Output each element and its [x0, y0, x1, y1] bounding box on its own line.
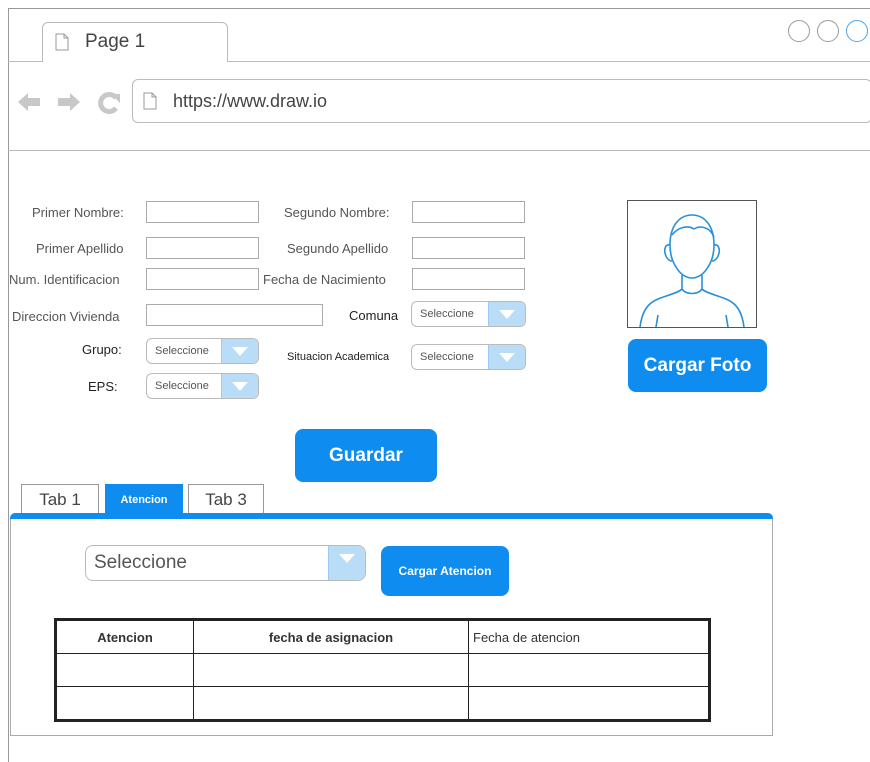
user-avatar-icon — [639, 214, 745, 328]
direccion-label: Direccion Vivienda — [12, 309, 120, 324]
window-circle-icon[interactable] — [788, 20, 810, 42]
segundo-nombre-input[interactable] — [412, 201, 525, 223]
forward-arrow-icon[interactable] — [58, 93, 80, 111]
photo-placeholder — [627, 200, 757, 328]
table-header-cell: fecha de asignacion — [193, 619, 469, 654]
browser-tab[interactable]: Page 1 — [42, 22, 228, 62]
eps-select-value: Seleccione — [155, 380, 209, 392]
table-cell — [468, 653, 710, 687]
num-identificacion-input[interactable] — [146, 268, 259, 290]
fecha-nacimiento-input[interactable] — [412, 268, 525, 290]
table-row — [55, 653, 710, 687]
chevron-down-icon[interactable] — [488, 302, 525, 326]
grupo-select[interactable]: Seleccione — [146, 338, 259, 364]
window-circle-icon[interactable] — [846, 20, 868, 42]
chevron-down-icon[interactable] — [488, 345, 525, 369]
address-bar[interactable]: https://www.draw.io — [132, 79, 870, 123]
table-cell — [193, 653, 469, 687]
toolbar-divider — [8, 150, 870, 151]
page-icon — [143, 92, 157, 110]
comuna-label: Comuna — [349, 308, 399, 323]
page-icon — [55, 33, 69, 51]
primer-apellido-input[interactable] — [146, 237, 259, 259]
table-cell — [55, 686, 194, 721]
tab-3[interactable]: Tab 3 — [188, 484, 264, 514]
primer-nombre-label: Primer Nombre: — [32, 205, 124, 220]
atencion-select[interactable]: Seleccione — [85, 545, 366, 581]
chevron-down-icon[interactable] — [328, 546, 365, 580]
cargar-atencion-button[interactable]: Cargar Atencion — [381, 546, 509, 596]
primer-apellido-label: Primer Apellido — [36, 241, 124, 256]
browser-tab-title: Page 1 — [85, 31, 146, 52]
atencion-select-value: Seleccione — [94, 552, 187, 573]
grupo-label: Grupo: — [82, 342, 122, 357]
grupo-select-value: Seleccione — [155, 345, 209, 357]
tab-strip-line — [8, 61, 42, 62]
primer-nombre-input[interactable] — [146, 201, 259, 223]
num-identificacion-label: Num. Identificacion — [9, 272, 120, 287]
segundo-apellido-label: Segundo Apellido — [287, 241, 389, 256]
segundo-apellido-input[interactable] — [412, 237, 525, 259]
chevron-down-icon[interactable] — [221, 374, 258, 398]
chevron-down-icon[interactable] — [221, 339, 258, 363]
segundo-nombre-label: Segundo Nombre: — [284, 205, 390, 220]
table-header-cell: Atencion — [55, 619, 194, 654]
tab-strip-line — [228, 61, 870, 62]
eps-select[interactable]: Seleccione — [146, 373, 259, 399]
guardar-button[interactable]: Guardar — [295, 429, 437, 482]
cargar-foto-button[interactable]: Cargar Foto — [628, 339, 767, 392]
tab-1[interactable]: Tab 1 — [21, 484, 99, 514]
direccion-input[interactable] — [146, 304, 323, 326]
table-cell — [468, 686, 710, 721]
table-row — [55, 686, 710, 721]
eps-label: EPS: — [88, 379, 118, 394]
tab-atencion[interactable]: Atencion — [105, 484, 183, 514]
situacion-academica-label: Situacion Academica — [287, 351, 390, 363]
table-header-row: Atencion fecha de asignacion Fecha de at… — [55, 619, 710, 654]
reload-icon[interactable] — [98, 92, 120, 114]
table-header-cell: Fecha de atencion — [468, 619, 710, 654]
atencion-table: Atencion fecha de asignacion Fecha de at… — [54, 618, 711, 722]
window-frame-top — [8, 8, 870, 9]
situacion-select-value: Seleccione — [420, 351, 474, 363]
fecha-nacimiento-label: Fecha de Nacimiento — [263, 272, 386, 287]
comuna-select[interactable]: Seleccione — [411, 301, 526, 327]
table-cell — [193, 686, 469, 721]
back-arrow-icon[interactable] — [18, 93, 40, 111]
table-cell — [55, 653, 194, 687]
window-frame-left — [8, 8, 9, 762]
url-text: https://www.draw.io — [173, 91, 328, 111]
comuna-select-value: Seleccione — [420, 308, 474, 320]
situacion-academica-select[interactable]: Seleccione — [411, 344, 526, 370]
window-circle-icon[interactable] — [817, 20, 839, 42]
